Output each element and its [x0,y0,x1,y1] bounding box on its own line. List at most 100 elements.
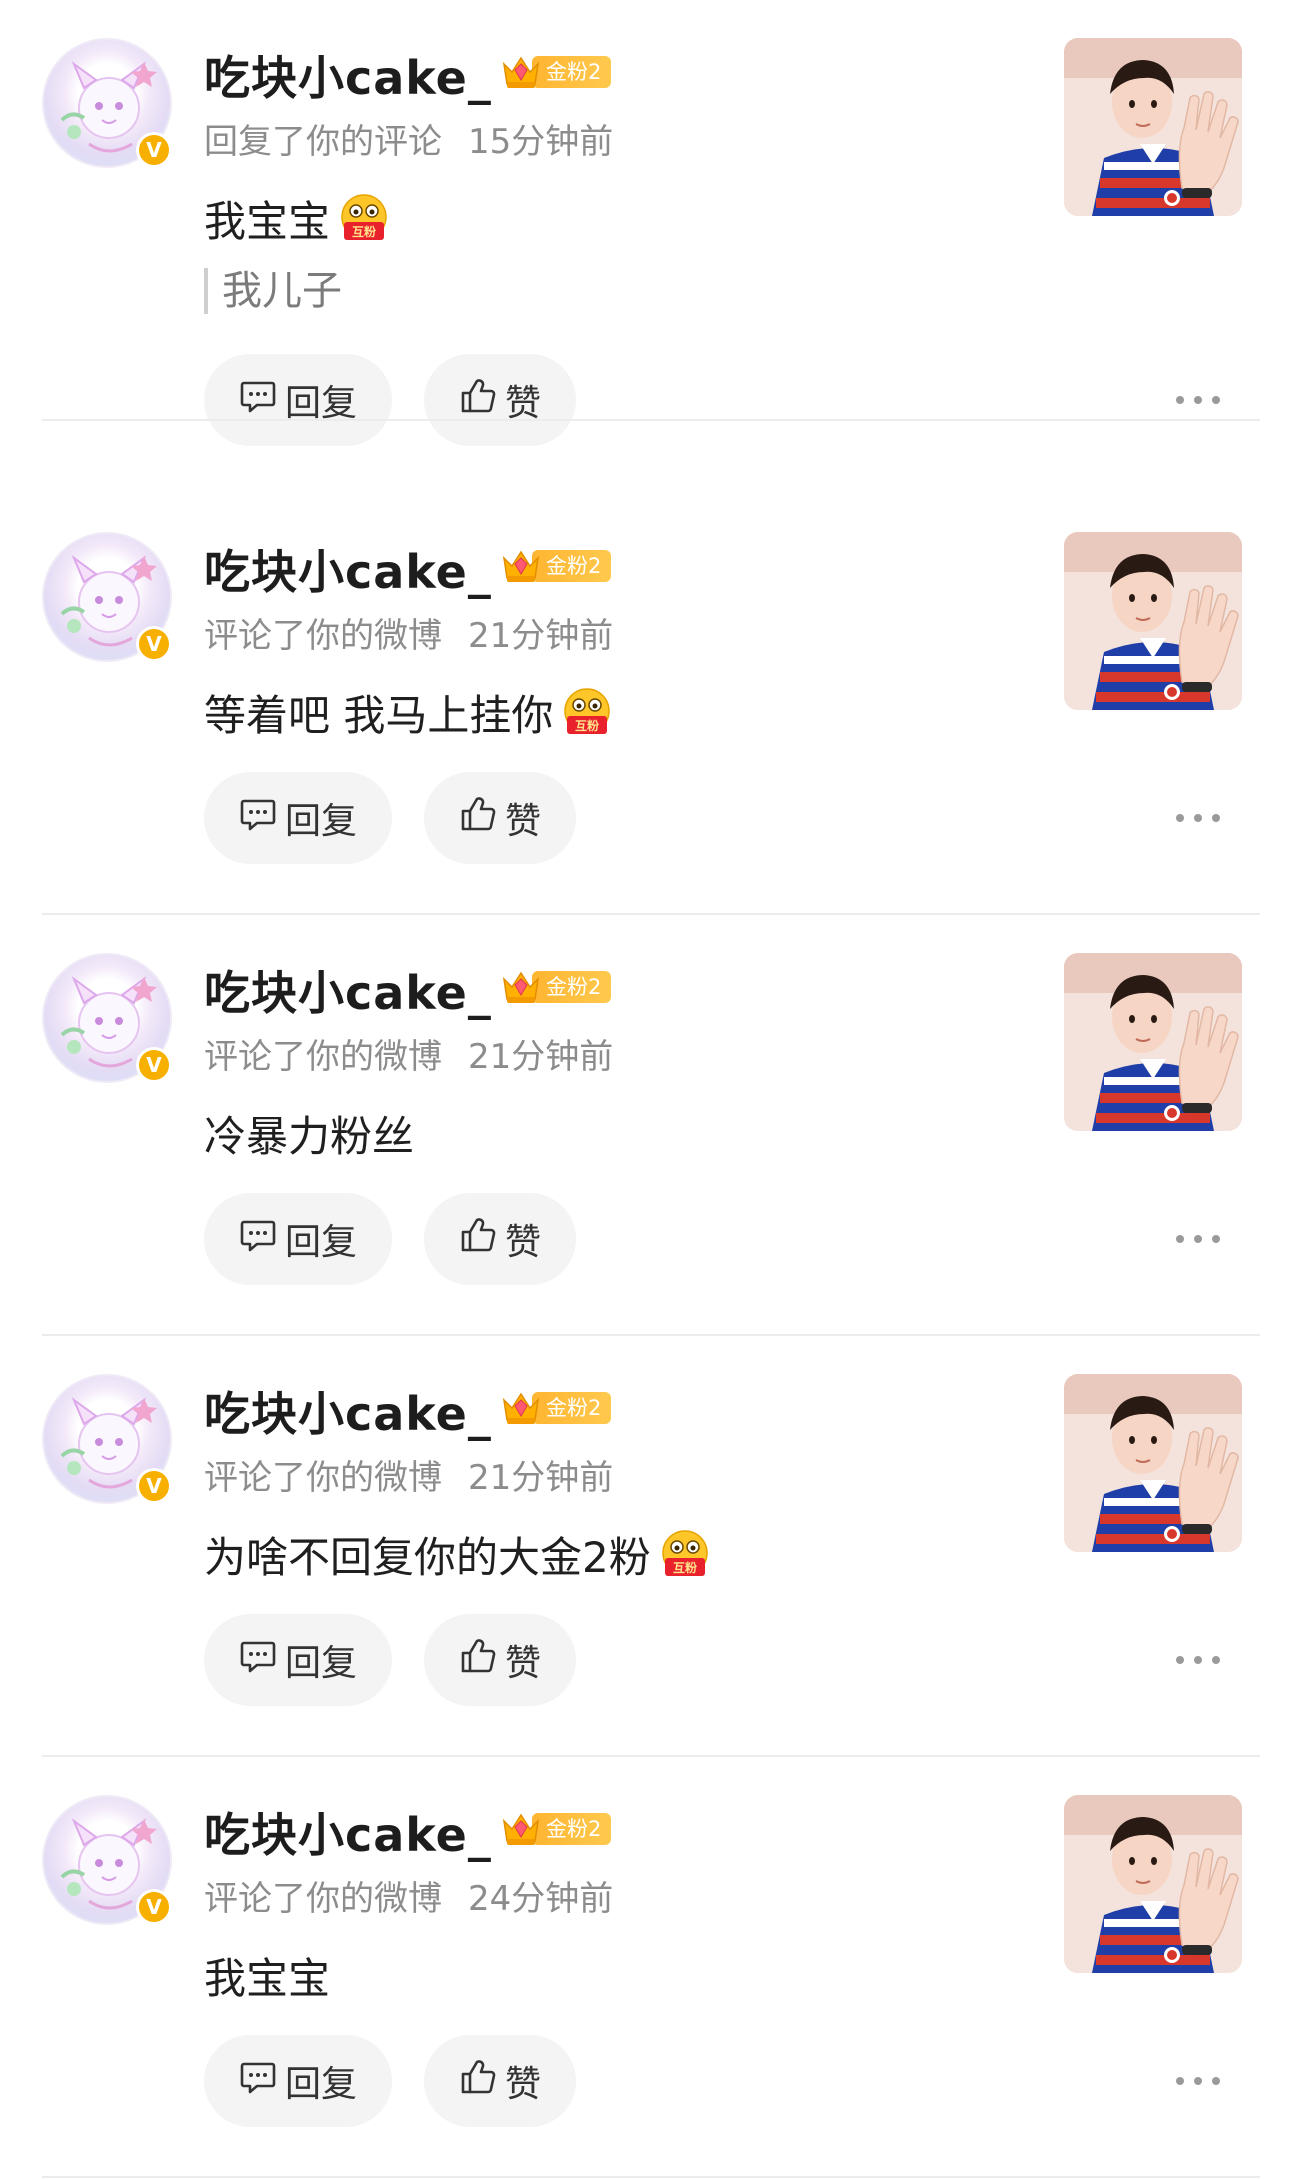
thumbs-up-icon [459,795,505,842]
action-text: 评论了你的微博 [204,1879,442,1919]
like-label: 赞 [504,2064,541,2105]
timestamp: 15分钟前 [468,122,614,162]
username[interactable]: 吃块小cake_ [204,957,492,1023]
timestamp: 21分钟前 [468,616,614,656]
comment-icon [239,2059,285,2104]
timestamp: 21分钟前 [468,1458,614,1498]
fan-badge-label: 金粉2 [532,1813,612,1845]
comment-text: 等着吧 我马上挂你 互粉 [204,682,615,743]
svg-text:互粉: 互粉 [673,1560,697,1575]
comment-icon [239,378,285,423]
svg-text:互粉: 互粉 [575,718,599,733]
verified-badge: V [136,1889,172,1925]
post-thumbnail[interactable] [1064,532,1242,710]
reply-button[interactable]: 回复 [204,2035,392,2127]
fan-level-badge: 金粉2 [500,52,612,92]
username[interactable]: 吃块小cake_ [204,536,492,602]
comment-body: 我宝宝 [204,1954,331,2003]
meta-line: 评论了你的微博 21分钟前 [204,1450,613,1499]
notification-item[interactable]: V 吃块小cake_ 金粉2 评论了你的微博 21分钟前 等着吧 我马上挂你 互粉… [0,494,1290,915]
username[interactable]: 吃块小cake_ [204,1799,492,1865]
notification-item[interactable]: V 吃块小cake_ 金粉2 评论了你的微博 21分钟前 为啥不回复你的大金2粉 … [0,1336,1290,1757]
notification-item[interactable]: V 吃块小cake_ 金粉2 回复了你的评论 15分钟前 我宝宝 互粉 我儿子 回… [0,0,1290,446]
thumbs-up-icon [459,2058,505,2105]
meta-line: 回复了你的评论 15分钟前 [204,114,613,163]
post-thumbnail[interactable] [1064,1374,1242,1552]
hufen-emoji-icon: 互粉 [559,685,615,741]
reply-label: 回复 [284,383,357,424]
thumbs-up-icon [459,1637,505,1684]
thumbs-up-icon [459,377,505,424]
like-label: 赞 [504,1222,541,1263]
meta-line: 评论了你的微博 21分钟前 [204,608,613,657]
like-label: 赞 [504,383,541,424]
post-thumbnail[interactable] [1064,38,1242,216]
timestamp: 24分钟前 [468,1879,614,1919]
like-button[interactable]: 赞 [424,2035,576,2127]
action-text: 回复了你的评论 [204,122,442,162]
action-text: 评论了你的微博 [204,616,442,656]
fan-badge-label: 金粉2 [532,56,612,88]
verified-badge: V [136,132,172,168]
comment-text: 我宝宝 [204,1945,330,2006]
more-dots-icon[interactable] [1176,808,1220,828]
comment-icon [239,1217,285,1262]
comment-body: 我宝宝 [204,197,331,246]
reply-button[interactable]: 回复 [204,772,392,864]
verified-badge: V [136,1047,172,1083]
comment-body: 为啥不回复你的大金2粉 [204,1533,651,1582]
more-dots-icon[interactable] [1176,1229,1220,1249]
crown-icon [500,52,542,92]
fan-badge-label: 金粉2 [532,550,612,582]
quoted-comment: 我儿子 [204,268,342,314]
hufen-emoji-icon: 互粉 [336,191,392,247]
post-thumbnail[interactable] [1064,1795,1242,1973]
fan-level-badge: 金粉2 [500,967,612,1007]
like-label: 赞 [504,801,541,842]
comment-text: 我宝宝 互粉 [204,188,392,249]
verified-badge: V [136,626,172,662]
crown-icon [500,1388,542,1428]
like-button[interactable]: 赞 [424,354,576,446]
reply-button[interactable]: 回复 [204,354,392,446]
more-dots-icon[interactable] [1176,2071,1220,2091]
username[interactable]: 吃块小cake_ [204,1378,492,1444]
meta-line: 评论了你的微博 24分钟前 [204,1871,613,1920]
fan-badge-label: 金粉2 [532,971,612,1003]
comment-body: 等着吧 我马上挂你 [204,691,554,740]
reply-button[interactable]: 回复 [204,1614,392,1706]
more-dots-icon[interactable] [1176,390,1220,410]
post-thumbnail[interactable] [1064,953,1242,1131]
reply-label: 回复 [284,1643,357,1684]
thumbs-up-icon [459,1216,505,1263]
comment-text: 冷暴力粉丝 [204,1103,414,1164]
username[interactable]: 吃块小cake_ [204,42,492,108]
reply-button[interactable]: 回复 [204,1193,392,1285]
like-label: 赞 [504,1643,541,1684]
hufen-emoji-icon: 互粉 [657,1527,713,1583]
reply-label: 回复 [284,2064,357,2105]
verified-badge: V [136,1468,172,1504]
timestamp: 21分钟前 [468,1037,614,1077]
comment-icon [239,796,285,841]
notification-item[interactable]: V 吃块小cake_ 金粉2 评论了你的微博 21分钟前 冷暴力粉丝 回复 赞 [0,915,1290,1336]
crown-icon [500,1809,542,1849]
comment-body: 冷暴力粉丝 [204,1112,415,1161]
like-button[interactable]: 赞 [424,1193,576,1285]
reply-label: 回复 [284,1222,357,1263]
fan-badge-label: 金粉2 [532,1392,612,1424]
like-button[interactable]: 赞 [424,1614,576,1706]
like-button[interactable]: 赞 [424,772,576,864]
notification-item[interactable]: V 吃块小cake_ 金粉2 评论了你的微博 24分钟前 我宝宝 回复 赞 [0,1757,1290,2178]
meta-line: 评论了你的微博 21分钟前 [204,1029,613,1078]
action-text: 评论了你的微博 [204,1458,442,1498]
fan-level-badge: 金粉2 [500,548,612,584]
notification-feed: V 吃块小cake_ 金粉2 回复了你的评论 15分钟前 我宝宝 互粉 我儿子 回… [0,0,1290,2180]
comment-icon [239,1638,285,1683]
fan-level-badge: 金粉2 [500,1809,612,1849]
svg-text:互粉: 互粉 [352,224,376,239]
comment-text: 为啥不回复你的大金2粉 互粉 [204,1524,713,1585]
more-dots-icon[interactable] [1176,1650,1220,1670]
action-text: 评论了你的微博 [204,1037,442,1077]
crown-icon [500,967,542,1007]
